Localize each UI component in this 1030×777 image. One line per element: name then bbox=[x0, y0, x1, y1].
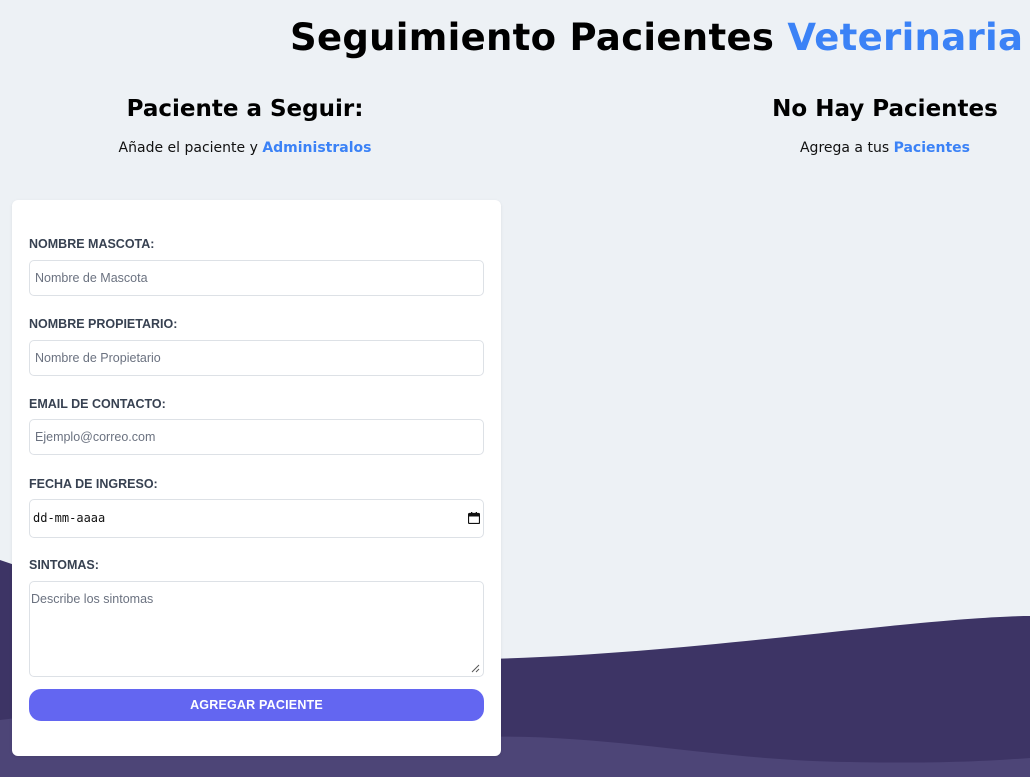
pet-name-label: NOMBRE MASCOTA: bbox=[29, 237, 155, 251]
patients-heading: No Hay Pacientes bbox=[772, 96, 998, 122]
pet-name-input[interactable] bbox=[29, 260, 484, 296]
date-label: FECHA DE INGRESO: bbox=[29, 477, 158, 491]
owner-name-input[interactable] bbox=[29, 340, 484, 376]
email-label: EMAIL DE CONTACTO: bbox=[29, 397, 166, 411]
resize-handle-icon[interactable] bbox=[470, 663, 480, 673]
form-section-header: Paciente a Seguir: Añade el paciente y A… bbox=[0, 96, 490, 156]
title-accent: Veterinaria bbox=[787, 16, 1024, 59]
title-main: Seguimiento Pacientes bbox=[290, 16, 775, 59]
add-patient-button[interactable]: AGREGAR PACIENTE bbox=[29, 689, 484, 721]
date-input[interactable]: dd-mm-aaaa bbox=[29, 499, 484, 538]
calendar-icon[interactable] bbox=[468, 512, 480, 524]
page: Seguimiento Pacientes Veterinaria Pacien… bbox=[0, 0, 1030, 777]
form-subtitle: Añade el paciente y Administralos bbox=[0, 140, 490, 156]
form-subtitle-text: Añade el paciente y bbox=[118, 140, 258, 156]
page-title: Seguimiento Pacientes Veterinaria bbox=[290, 16, 1023, 59]
symptoms-label: SINTOMAS: bbox=[29, 558, 99, 572]
patients-subtitle: Agrega a tus Pacientes bbox=[740, 140, 1030, 156]
date-display: dd-mm-aaaa bbox=[33, 511, 106, 525]
patient-form: NOMBRE MASCOTA: NOMBRE PROPIETARIO: EMAI… bbox=[12, 200, 501, 756]
form-heading: Paciente a Seguir: bbox=[126, 96, 364, 122]
patients-subtitle-text: Agrega a tus bbox=[799, 140, 890, 156]
symptoms-textarea[interactable] bbox=[30, 582, 483, 676]
form-subtitle-accent: Administralos bbox=[262, 140, 372, 156]
owner-name-label: NOMBRE PROPIETARIO: bbox=[29, 317, 178, 331]
patients-section-header: No Hay Pacientes Agrega a tus Pacientes bbox=[740, 96, 1030, 156]
symptoms-field bbox=[29, 581, 484, 677]
patients-subtitle-accent: Pacientes bbox=[893, 140, 970, 156]
email-input[interactable] bbox=[29, 419, 484, 455]
